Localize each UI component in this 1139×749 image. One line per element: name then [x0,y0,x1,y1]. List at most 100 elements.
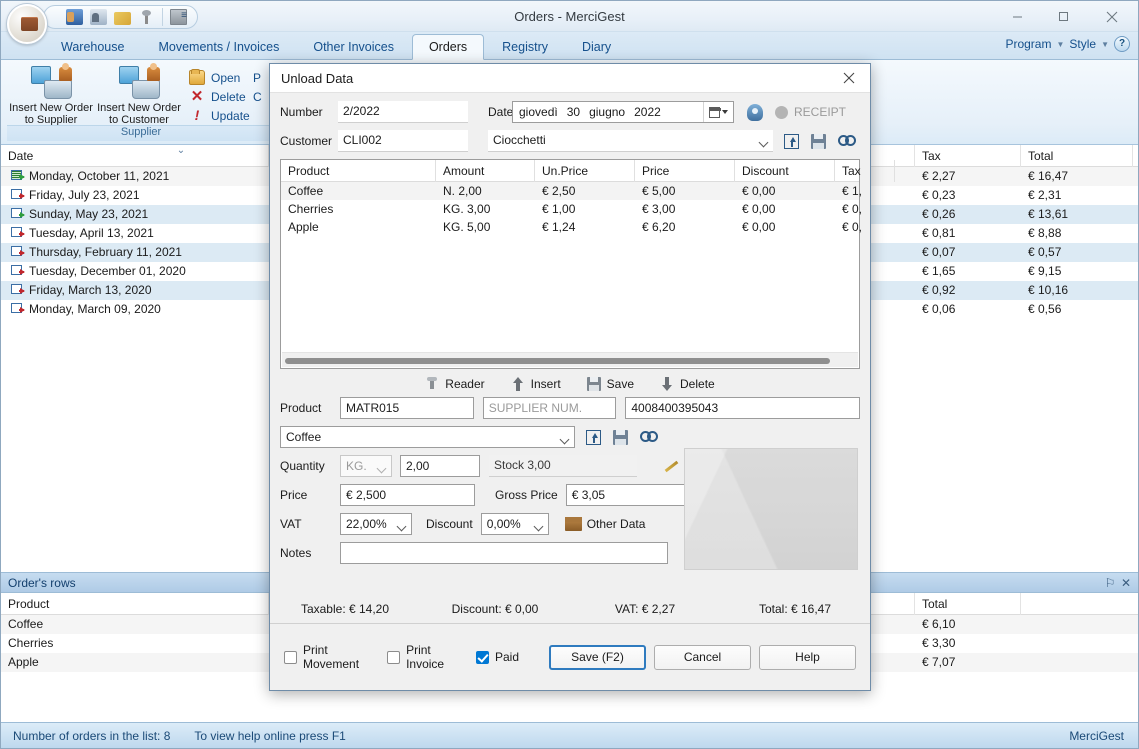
ribbon-collapse-chevron-icon[interactable]: ⌄ [169,146,193,157]
cancel-button[interactable]: Cancel [654,644,751,670]
style-chevron-down-icon[interactable]: ▼ [1101,40,1109,49]
help-icon[interactable]: ? [1114,36,1130,52]
pencil-button[interactable] [661,456,682,477]
number-label: Number [280,105,323,119]
maximize-button[interactable] [1040,1,1086,32]
grid-scroll-thumb[interactable] [285,358,830,364]
print-movement-checkbox[interactable]: Print Movement [284,643,365,671]
product-find-button[interactable] [637,427,658,448]
grid-column-discount[interactable]: Discount [735,160,835,182]
notes-input[interactable] [340,542,668,564]
cell-amount: KG. 5,00 [443,220,491,234]
product-code-input[interactable]: MATR015 [340,397,474,419]
insert-new-order-to-customer-button[interactable]: Insert New Order to Customer [95,63,183,126]
customers-icon[interactable] [66,9,83,25]
grid-horizontal-scrollbar[interactable] [282,352,858,367]
program-chevron-down-icon[interactable]: ▼ [1056,40,1064,49]
product-export-button[interactable] [583,427,604,448]
close-panel-icon[interactable]: ✕ [1118,576,1134,590]
receipt-dot-icon [775,105,788,119]
grid-column-product[interactable]: Product [281,160,436,182]
print-button[interactable]: P [253,68,262,87]
delete-button[interactable]: ✕ Delete [189,87,250,106]
tab-warehouse[interactable]: Warehouse [45,35,140,60]
calendar-dropdown-button[interactable] [703,102,733,122]
column-header-product[interactable]: Product [1,592,269,615]
receipt-label: RECEIPT [794,105,847,119]
reader-button[interactable]: Reader [425,377,485,391]
update-button[interactable]: ! Update [189,106,250,125]
supplier-icon[interactable] [90,9,107,25]
product-save-button[interactable] [610,427,631,448]
insert-row-button[interactable]: Insert [511,377,561,391]
paid-checkbox-box [475,650,489,664]
customer-save-button[interactable] [808,131,829,152]
quantity-input[interactable]: 2,00 [400,455,480,477]
gross-price-input[interactable]: € 3,05 [565,484,701,506]
paid-checkbox[interactable]: Paid [475,650,519,664]
dialog-close-icon[interactable] [828,64,870,93]
column-header-total[interactable]: Total [1021,144,1133,167]
dialog-title-bar: Unload Data [270,64,870,93]
customer-code-input[interactable]: CLI002 [338,130,468,152]
barcode-input[interactable]: 4008400395043 [625,397,860,419]
style-menu[interactable]: Style [1069,37,1096,51]
supplier-num-input[interactable]: SUPPLIER NUM. [482,397,617,419]
application-menu-button[interactable] [7,4,47,44]
row-total-cell: € 7,07 [922,655,956,669]
product-image-content [685,449,857,569]
tab-diary[interactable]: Diary [566,35,627,60]
grid-column-price[interactable]: Price [635,160,735,182]
tab-registry[interactable]: Registry [486,35,564,60]
open-button[interactable]: Open [189,68,250,87]
number-input[interactable]: 2/2022 [338,101,468,123]
pin-panel-icon[interactable]: ⚐ [1102,576,1118,590]
close-button[interactable] [1086,1,1138,32]
vat-combo[interactable]: 22,00% [340,513,412,535]
receipt-toggle[interactable]: RECEIPT [775,105,846,119]
minimize-button[interactable] [994,1,1040,32]
order-tax-cell: € 0,81 [922,226,956,240]
customer-name-combo[interactable]: Ciocchetti [488,130,773,152]
print-label: P [253,70,262,85]
customer-find-button[interactable] [835,131,856,152]
tab-movements-invoices[interactable]: Movements / Invoices [142,35,295,60]
help-button[interactable]: Help [759,644,856,670]
cell-product: Coffee [288,184,324,198]
pin-icon[interactable] [138,9,155,25]
order-rows-panel-title: Order's rows [8,575,76,590]
grid-column-tax[interactable]: Tax [835,160,895,182]
copy-button[interactable]: C [253,87,262,106]
table-row[interactable]: Cherries KG. 3,00 € 1,00 € 3,00 € 0,00 € 0, [281,200,862,218]
pencil-icon[interactable] [114,11,131,25]
tab-orders[interactable]: Orders [411,34,485,60]
customer-export-button[interactable] [781,131,802,152]
delete-row-button[interactable]: Delete [660,377,715,391]
rocket-button[interactable] [744,102,765,123]
product-name-row: Coffee [280,426,860,448]
column-header-date[interactable]: Date [1,144,269,167]
unit-combo[interactable]: KG. [340,455,392,477]
table-row[interactable]: Coffee N. 2,00 € 2,50 € 5,00 € 0,00 € 1, [281,182,862,200]
quick-access-more-icon[interactable]: ≡ [179,11,189,21]
discount-combo[interactable]: 0,00% [480,513,549,535]
save-f2-button[interactable]: Save (F2) [549,644,646,670]
insert-new-order-to-supplier-button[interactable]: Insert New Order to Supplier [7,63,95,126]
cell-product: Apple [288,220,319,234]
column-header-row-total[interactable]: Total [915,592,1021,615]
print-invoice-checkbox[interactable]: Print Invoice [387,643,454,671]
date-picker[interactable]: giovedì 30 giugno 2022 [512,101,734,123]
tab-other-invoices[interactable]: Other Invoices [297,35,410,60]
price-input[interactable]: € 2,500 [340,484,475,506]
product-name-combo[interactable]: Coffee [280,426,575,448]
ribbon-partial-commands: P C [247,64,266,106]
table-row[interactable]: Apple KG. 5,00 € 1,24 € 6,20 € 0,00 € 0, [281,218,862,236]
column-header-tax[interactable]: Tax [915,144,1021,167]
order-total-cell: € 16,47 [1028,169,1069,183]
program-menu[interactable]: Program [1005,37,1051,51]
order-total-cell: € 13,61 [1028,207,1069,221]
grid-column-unprice[interactable]: Un.Price [535,160,635,182]
other-data-button[interactable]: Other Data [564,517,645,531]
grid-column-amount[interactable]: Amount [436,160,535,182]
save-row-button[interactable]: Save [586,377,634,391]
